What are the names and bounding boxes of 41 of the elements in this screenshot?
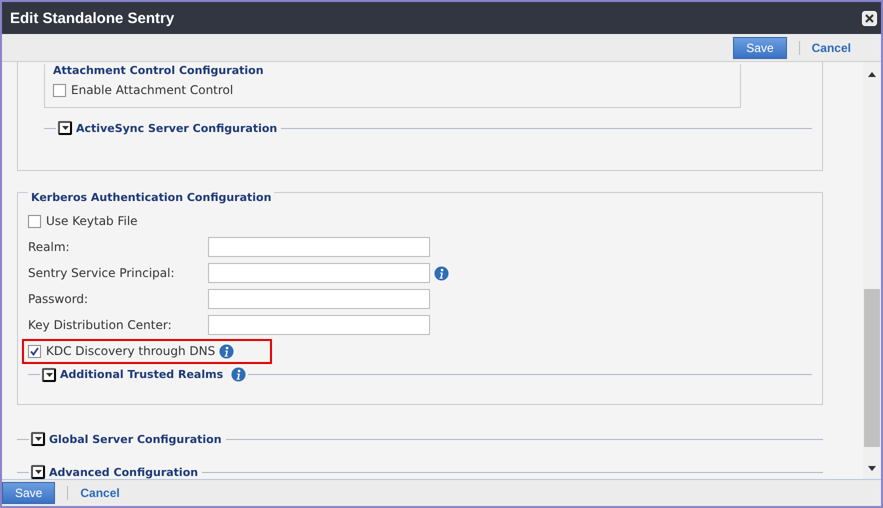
info-icon[interactable] <box>434 266 449 280</box>
field-label: Realm: <box>28 240 71 254</box>
caret-down-icon <box>62 126 68 130</box>
panel-title: Kerberos Authentication Configuration <box>28 191 274 204</box>
cancel-link[interactable]: Cancel <box>80 486 126 500</box>
save-button[interactable]: Save <box>2 482 56 504</box>
scroll-down-icon[interactable] <box>868 466 876 471</box>
checkbox[interactable] <box>28 344 41 358</box>
section-title: Additional Trusted Realms <box>59 368 224 381</box>
caret-down-icon <box>34 470 42 474</box>
checkbox[interactable] <box>53 84 66 96</box>
text-field[interactable] <box>208 289 430 309</box>
expand-toggle[interactable] <box>31 465 45 479</box>
field-label: Key Distribution Center: <box>28 318 173 332</box>
save-button[interactable]: Save <box>733 36 787 58</box>
text-field[interactable] <box>208 237 430 257</box>
section-title: ActiveSync Server Configuration <box>75 122 278 134</box>
scroll-up-icon[interactable] <box>868 72 876 77</box>
expand-toggle[interactable] <box>42 368 56 382</box>
checkbox-label: Use Keytab File <box>46 214 138 228</box>
field-label: Password: <box>28 292 90 306</box>
checkbox-label: KDC Discovery through DNS <box>46 344 216 358</box>
close-button[interactable] <box>862 10 877 26</box>
panel-title: Attachment Control Configuration <box>53 64 265 77</box>
expand-toggle[interactable] <box>31 432 45 446</box>
checkbox-label: Enable Attachment Control <box>71 83 234 97</box>
info-icon[interactable] <box>219 344 234 358</box>
window-title: Edit Standalone Sentry <box>10 10 174 26</box>
caret-down-icon <box>34 437 42 441</box>
caret-down-icon <box>46 372 52 376</box>
section-title: Advanced Configuration <box>48 466 200 478</box>
close-icon <box>865 14 874 22</box>
text-field[interactable] <box>208 263 430 283</box>
field-label: Sentry Service Principal: <box>28 266 176 280</box>
cancel-link[interactable]: Cancel <box>812 40 857 54</box>
text-field[interactable] <box>208 315 430 335</box>
info-icon[interactable] <box>231 367 246 382</box>
checkbox[interactable] <box>28 214 41 228</box>
section-title: Global Server Configuration <box>48 432 223 446</box>
scrollbar[interactable] <box>863 62 881 479</box>
expand-toggle[interactable] <box>58 121 72 135</box>
